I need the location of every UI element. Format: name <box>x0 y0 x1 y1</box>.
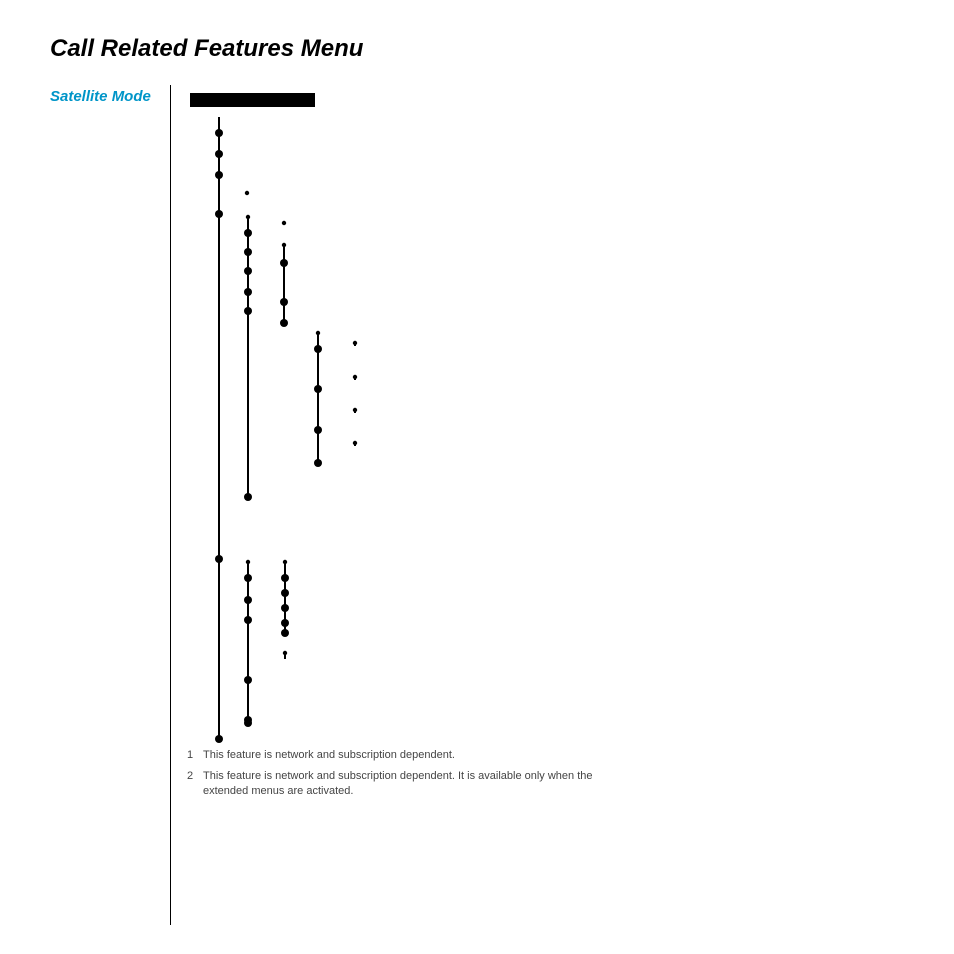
footnote-row: 2 This feature is network and subscripti… <box>187 769 617 799</box>
footnote-row: 1 This feature is network and subscripti… <box>187 748 617 763</box>
mode-label: Satellite Mode <box>50 88 151 105</box>
page-title: Call Related Features Menu <box>50 35 363 63</box>
footnote-number: 1 <box>187 748 203 763</box>
footnote-text: This feature is network and subscription… <box>203 769 617 799</box>
footnote-number: 2 <box>187 769 203 799</box>
footnote-text: This feature is network and subscription… <box>203 748 617 763</box>
footnotes: 1 This feature is network and subscripti… <box>187 748 617 805</box>
section-divider <box>170 85 171 925</box>
